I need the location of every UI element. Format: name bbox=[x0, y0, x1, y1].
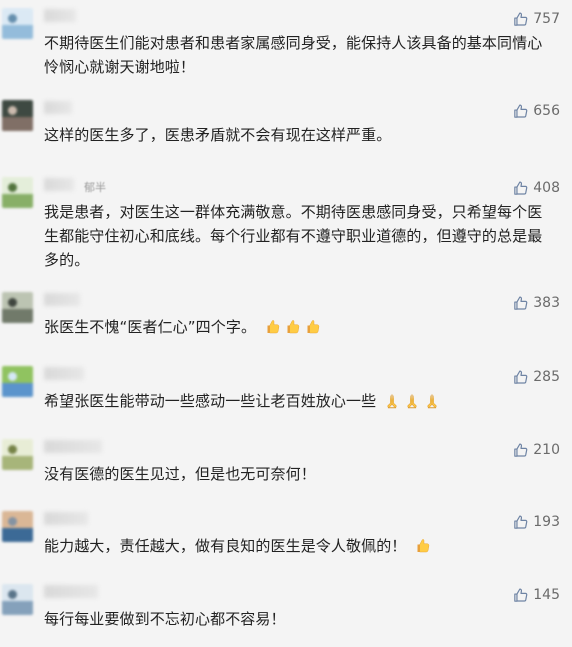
username-placeholder[interactable] bbox=[44, 440, 102, 453]
comment-text-content: 这样的医生多了，医患矛盾就不会有现在这样严重。 bbox=[44, 126, 392, 144]
thumbs-up-icon bbox=[263, 318, 281, 336]
comment-text: 没有医德的医生见过，但是也无可奈何！ bbox=[44, 462, 554, 486]
thumb-icon bbox=[512, 442, 529, 459]
like-button[interactable]: 383 bbox=[512, 294, 560, 312]
thumb-icon bbox=[512, 587, 529, 604]
emoji-run bbox=[383, 393, 441, 411]
thumb-icon bbox=[512, 103, 529, 120]
like-count: 757 bbox=[533, 11, 560, 27]
username-placeholder[interactable] bbox=[44, 9, 76, 22]
avatar[interactable] bbox=[2, 366, 33, 397]
comment-text-content: 没有医德的医生见过，但是也无可奈何！ bbox=[44, 465, 316, 483]
comment-text-content: 我是患者，对医生这一群体充满敬意。不期待医患感同身受，只希望每个医生都能守住初心… bbox=[44, 203, 543, 269]
comment-text: 希望张医生能带动一些感动一些让老百姓放心一些 bbox=[44, 389, 554, 413]
emoji-run bbox=[263, 319, 321, 337]
comment-text-content: 能力越大，责任越大，做有良知的医生是令人敬佩的！ bbox=[44, 537, 407, 555]
like-count: 383 bbox=[533, 295, 560, 311]
thumbs-up-icon bbox=[303, 318, 321, 336]
emoji-run bbox=[413, 538, 431, 556]
username-placeholder[interactable] bbox=[44, 367, 84, 380]
comment-text: 每行每业要做到不忘初心都不容易！ bbox=[44, 607, 554, 631]
pray-icon bbox=[423, 392, 441, 410]
comment-item: 656 这样的医生多了，医患矛盾就不会有现在这样严重。 bbox=[0, 100, 572, 158]
comment-text: 能力越大，责任越大，做有良知的医生是令人敬佩的！ bbox=[44, 534, 554, 558]
like-button[interactable]: 285 bbox=[512, 368, 560, 386]
avatar[interactable] bbox=[2, 511, 33, 542]
like-button[interactable]: 145 bbox=[512, 586, 560, 604]
thumb-icon bbox=[512, 180, 529, 197]
username-placeholder[interactable] bbox=[44, 101, 72, 114]
thumb-icon bbox=[512, 295, 529, 312]
comment-text: 张医生不愧“医者仁心”四个字。 bbox=[44, 315, 554, 339]
comment-text-content: 希望张医生能带动一些感动一些让老百姓放心一些 bbox=[44, 392, 377, 410]
comment-text: 我是患者，对医生这一群体充满敬意。不期待医患感同身受，只希望每个医生都能守住初心… bbox=[44, 200, 554, 272]
like-button[interactable]: 408 bbox=[512, 179, 560, 197]
avatar[interactable] bbox=[2, 8, 33, 39]
comment-item: 757 不期待医生们能对患者和患者家属感同身受，能保持人该具备的基本同情心怜悯心… bbox=[0, 8, 572, 82]
username-placeholder[interactable] bbox=[44, 293, 80, 306]
username-ghost-text: 郁半 bbox=[84, 181, 106, 194]
thumb-icon bbox=[512, 369, 529, 386]
comment-text-content: 每行每业要做到不忘初心都不容易！ bbox=[44, 610, 286, 628]
thumbs-up-icon bbox=[413, 537, 431, 555]
comment-item: 145 每行每业要做到不忘初心都不容易！ bbox=[0, 584, 572, 640]
avatar[interactable] bbox=[2, 177, 33, 208]
like-button[interactable]: 656 bbox=[512, 102, 560, 120]
thumb-icon bbox=[512, 11, 529, 28]
avatar[interactable] bbox=[2, 292, 33, 323]
like-count: 656 bbox=[533, 103, 560, 119]
comment-item: 郁半 408 我是患者，对医生这一群体充满敬意。不期待医患感同身受，只希望每个医… bbox=[0, 177, 572, 275]
comment-item: 193 能力越大，责任越大，做有良知的医生是令人敬佩的！ bbox=[0, 511, 572, 567]
avatar[interactable] bbox=[2, 439, 33, 470]
comment-item: 383 张医生不愧“医者仁心”四个字。 bbox=[0, 292, 572, 348]
like-button[interactable]: 757 bbox=[512, 10, 560, 28]
like-count: 285 bbox=[533, 369, 560, 385]
username-placeholder[interactable] bbox=[44, 178, 74, 191]
like-count: 193 bbox=[533, 514, 560, 530]
avatar[interactable] bbox=[2, 584, 33, 615]
like-button[interactable]: 210 bbox=[512, 441, 560, 459]
avatar[interactable] bbox=[2, 100, 33, 131]
comment-item: 210 没有医德的医生见过，但是也无可奈何！ bbox=[0, 439, 572, 495]
thumb-icon bbox=[512, 514, 529, 531]
username-placeholder[interactable] bbox=[44, 512, 88, 525]
comment-text: 这样的医生多了，医患矛盾就不会有现在这样严重。 bbox=[44, 123, 554, 147]
thumbs-up-icon bbox=[283, 318, 301, 336]
comment-text: 不期待医生们能对患者和患者家属感同身受，能保持人该具备的基本同情心怜悯心就谢天谢… bbox=[44, 31, 554, 79]
comment-text-content: 不期待医生们能对患者和患者家属感同身受，能保持人该具备的基本同情心怜悯心就谢天谢… bbox=[44, 34, 543, 76]
comment-feed: 757 不期待医生们能对患者和患者家属感同身受，能保持人该具备的基本同情心怜悯心… bbox=[0, 0, 572, 647]
comment-text-content: 张医生不愧“医者仁心”四个字。 bbox=[44, 318, 257, 336]
like-count: 210 bbox=[533, 442, 560, 458]
like-count: 408 bbox=[533, 180, 560, 196]
comment-item: 285 希望张医生能带动一些感动一些让老百姓放心一些 bbox=[0, 366, 572, 422]
pray-icon bbox=[383, 392, 401, 410]
username-placeholder[interactable] bbox=[44, 585, 98, 598]
pray-icon bbox=[403, 392, 421, 410]
like-count: 145 bbox=[533, 587, 560, 603]
like-button[interactable]: 193 bbox=[512, 513, 560, 531]
